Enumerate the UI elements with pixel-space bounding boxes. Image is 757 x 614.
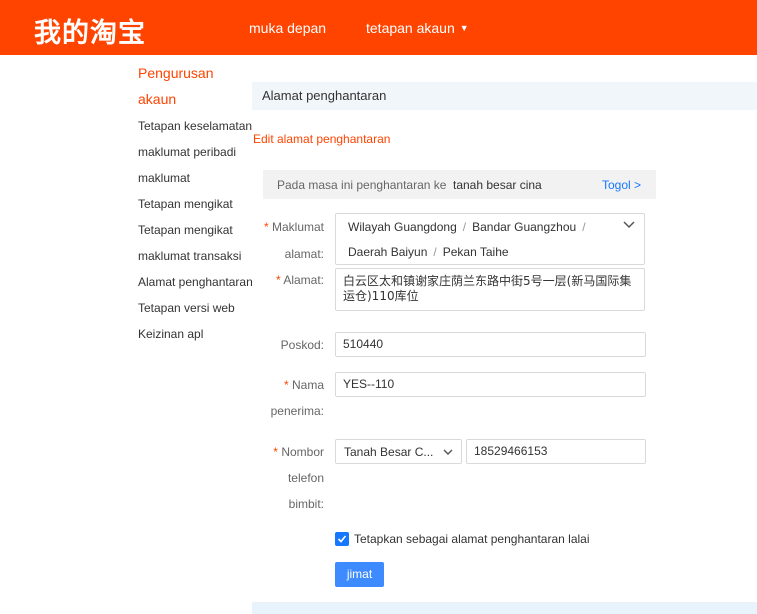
sidebar-menu: Tetapan keselamatan maklumat peribadi ma…: [138, 116, 253, 350]
address-label: * Alamat:: [275, 273, 324, 287]
top-header: 我的淘宝 muka depan tetapan akaun ▼: [0, 0, 757, 55]
region-city: Bandar Guangzhou: [472, 220, 577, 234]
region-district: Daerah Baiyun: [348, 245, 428, 259]
receiver-label-line1: * Nama: [283, 378, 324, 392]
sidebar-item-info[interactable]: maklumat: [138, 168, 250, 194]
sidebar-item-shipping-address[interactable]: Alamat penghantaran: [138, 272, 253, 298]
sidebar-item-binding-settings-2[interactable]: Tetapan mengikat: [138, 220, 250, 246]
sidebar-item-web-version-settings[interactable]: Tetapan versi web: [138, 298, 250, 324]
region-province: Wilayah Guangdong: [348, 220, 457, 234]
receiver-label-line2: penerima:: [270, 404, 324, 418]
country-code-select[interactable]: Tanah Besar C...: [335, 439, 462, 464]
sidebar-title-line1: Pengurusan: [138, 65, 214, 81]
region-label-line2: alamat:: [284, 247, 324, 261]
sidebar-title-line2: akaun: [138, 91, 177, 107]
taobao-logo[interactable]: 我的淘宝: [34, 11, 146, 50]
postcode-label: Poskod:: [280, 338, 324, 352]
delivery-region-bar: Pada masa ini penghantaran ke tanah besa…: [263, 170, 656, 199]
address-region-line1: Wilayah Guangdong / Bandar Guangzhou /: [348, 220, 586, 234]
chevron-down-icon: [443, 449, 453, 455]
sidebar-item-binding-settings-1[interactable]: Tetapan mengikat: [138, 194, 250, 220]
receiver-name-input[interactable]: YES--110: [335, 372, 646, 397]
chevron-down-icon: ▼: [459, 23, 469, 33]
nav-account-settings-dropdown[interactable]: tetapan akaun ▼: [366, 20, 469, 36]
sidebar: Pengurusan akaun Tetapan keselamatan mak…: [138, 60, 253, 350]
edit-address-title: Edit alamat penghantaran: [253, 132, 391, 146]
chevron-down-icon: [623, 221, 635, 229]
checkmark-icon: [337, 535, 347, 543]
phone-label-line2: telefon: [287, 471, 324, 485]
delivery-region-value: tanah besar cina: [453, 178, 542, 192]
sidebar-item-security-settings[interactable]: Tetapan keselamatan: [138, 116, 252, 142]
default-address-checkbox[interactable]: [335, 532, 349, 546]
delivery-region-label: Pada masa ini penghantaran ke: [277, 178, 447, 192]
region-town: Pekan Taihe: [442, 245, 509, 259]
default-address-label: Tetapkan sebagai alamat penghantaran lal…: [354, 532, 590, 546]
phone-label-line3: bimbit:: [288, 497, 324, 511]
address-region-select[interactable]: Wilayah Guangdong / Bandar Guangzhou / Daer…: [335, 213, 645, 265]
save-button[interactable]: jimat: [335, 562, 384, 587]
region-label-line1: * Maklumat: [263, 220, 324, 234]
nav-home-link[interactable]: muka depan: [249, 20, 326, 36]
postcode-input[interactable]: 510440: [335, 332, 646, 357]
address-textarea[interactable]: 白云区太和镇谢家庄荫兰东路中街5号一层(新马国际集运仓)110库位: [335, 268, 645, 311]
bottom-panel: [252, 602, 757, 614]
sidebar-item-personal-info[interactable]: maklumat peribadi: [138, 142, 250, 168]
toggle-region-link[interactable]: Togol >: [602, 178, 641, 192]
country-code-value: Tanah Besar C...: [344, 445, 434, 459]
phone-number-input[interactable]: 18529466153: [466, 439, 646, 464]
nav-account-settings-label: tetapan akaun: [366, 20, 455, 36]
sidebar-item-app-permissions[interactable]: Keizinan apl: [138, 324, 250, 350]
panel-header: Alamat penghantaran: [252, 82, 757, 110]
sidebar-title: Pengurusan akaun: [138, 60, 250, 112]
sidebar-item-transaction-info[interactable]: maklumat transaksi: [138, 246, 250, 272]
address-region-line2: Daerah Baiyun / Pekan Taihe: [348, 245, 509, 259]
panel-title: Alamat penghantaran: [262, 88, 387, 103]
phone-label-line1: * Nombor: [273, 445, 324, 459]
